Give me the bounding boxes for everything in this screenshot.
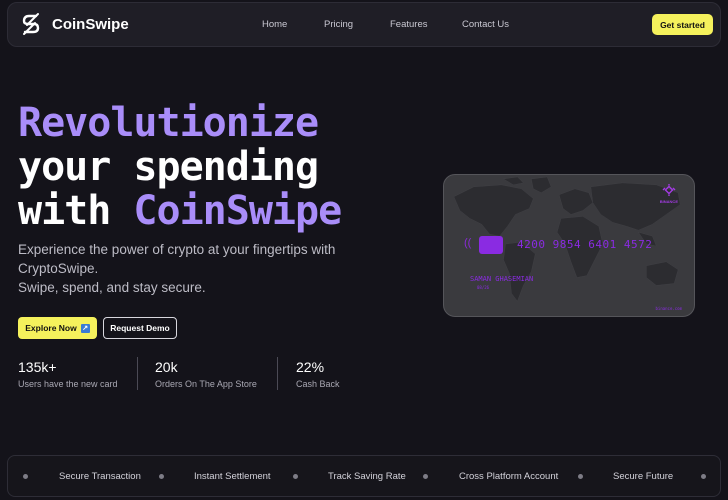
hero-title: Revolutionize your spending with CoinSwi… xyxy=(18,100,342,234)
hero-title-brand: CoinSwipe xyxy=(133,188,342,234)
stat-cashback: 22% Cash Back xyxy=(296,359,340,389)
separator-dot xyxy=(293,474,298,479)
nav-links: Home Pricing Features Contact Us xyxy=(8,3,720,46)
feature-item: Instant Settlement xyxy=(194,471,271,482)
stat-divider xyxy=(277,357,278,390)
feature-item: Track Saving Rate xyxy=(328,471,406,482)
feature-item: Secure Transaction xyxy=(59,471,141,482)
external-link-icon: ↗ xyxy=(80,323,90,333)
crypto-card: BINANCE (( 4200 9854 6401 4572 SAMAN GHA… xyxy=(443,174,695,317)
card-number: 4200 9854 6401 4572 xyxy=(517,238,653,251)
separator-dot xyxy=(423,474,428,479)
nav-link-contact[interactable]: Contact Us xyxy=(462,19,509,30)
nav-link-pricing[interactable]: Pricing xyxy=(324,19,353,30)
hero-title-line-3: with CoinSwipe xyxy=(18,188,342,234)
separator-dot xyxy=(159,474,164,479)
stat-label: Orders On The App Store xyxy=(155,379,257,389)
stat-value: 20k xyxy=(155,359,178,375)
card-expiry: 08/26 xyxy=(477,285,490,290)
stat-orders: 20k Orders On The App Store xyxy=(155,359,257,389)
hero-title-line-2: your spending xyxy=(18,144,319,190)
hero-title-with: with xyxy=(18,188,134,234)
feature-item: Secure Future xyxy=(613,471,674,482)
feature-item: Cross Platform Account xyxy=(459,471,559,482)
card-brand-text: BINANCE xyxy=(659,199,678,204)
nav-link-home[interactable]: Home xyxy=(262,19,287,30)
stat-label: Cash Back xyxy=(296,379,340,389)
request-demo-button[interactable]: Request Demo xyxy=(103,317,177,339)
hero-subtitle-line-2: CryptoSwipe. xyxy=(18,261,99,276)
separator-dot xyxy=(578,474,583,479)
contactless-icon: (( xyxy=(464,237,472,249)
get-started-button[interactable]: Get started xyxy=(652,14,713,35)
explore-now-button[interactable]: Explore Now ↗ xyxy=(18,317,97,339)
explore-now-label: Explore Now xyxy=(25,323,77,333)
separator-dot xyxy=(23,474,28,479)
separator-dot xyxy=(701,474,706,479)
stat-value: 22% xyxy=(296,359,325,375)
hero-subtitle-line-1: Experience the power of crypto at your f… xyxy=(18,242,336,257)
hero-subtitle: Experience the power of crypto at your f… xyxy=(18,240,378,297)
card-chip xyxy=(479,236,503,254)
stat-divider xyxy=(137,357,138,390)
stat-label: Users have the new card xyxy=(18,379,118,389)
hero-subtitle-line-3: Swipe, spend, and stay secure. xyxy=(18,280,206,295)
stat-users: 135k+ Users have the new card xyxy=(18,359,118,389)
nav-link-features[interactable]: Features xyxy=(390,19,428,30)
stat-value: 135k+ xyxy=(18,359,57,375)
navbar: CoinSwipe Home Pricing Features Contact … xyxy=(7,2,721,47)
binance-logo-icon xyxy=(662,184,676,196)
card-site: binance.com xyxy=(655,306,683,311)
card-holder-name: SAMAN GHASEMIAN xyxy=(470,275,534,283)
hero-title-line-1: Revolutionize xyxy=(18,100,319,146)
feature-marquee: Secure Transaction Instant Settlement Tr… xyxy=(7,455,721,497)
